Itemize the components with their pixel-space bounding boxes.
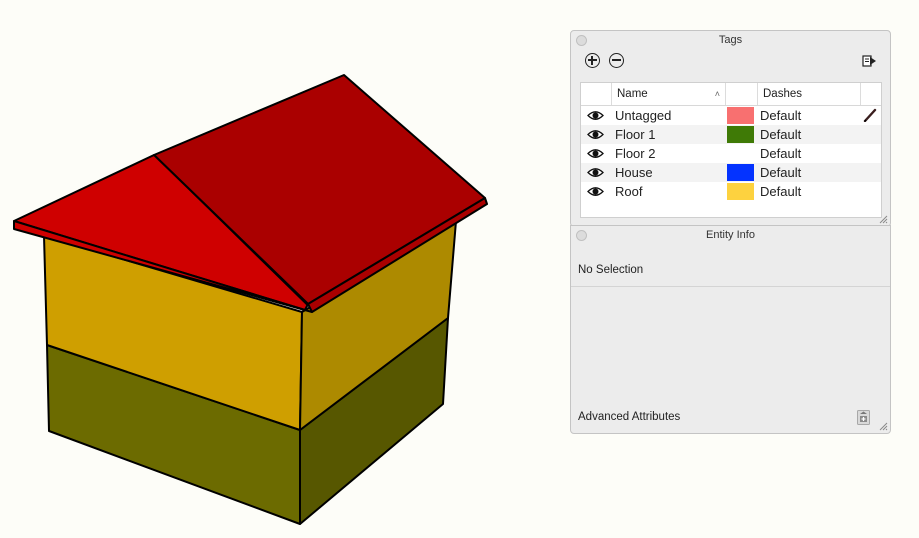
entity-info-panel: Entity Info No Selection Advanced Attrib… (570, 225, 891, 434)
tags-close-button[interactable] (576, 35, 587, 46)
entity-close-button[interactable] (576, 230, 587, 241)
advanced-attributes-label[interactable]: Advanced Attributes (578, 411, 680, 423)
header-visibility[interactable] (581, 83, 611, 105)
eye-icon[interactable] (587, 106, 607, 125)
tags-table-header: Name ˄ Dashes (581, 83, 881, 106)
tag-color-swatch[interactable] (727, 107, 754, 124)
entity-title: Entity Info (706, 229, 755, 241)
tag-name[interactable]: Floor 2 (615, 144, 655, 163)
header-pencil (860, 83, 882, 105)
tags-panel: Tags Name ˄ Dashes Untagged Default Floo… (570, 30, 891, 227)
tag-row-floor-1[interactable]: Floor 1 Default (581, 125, 881, 144)
export-arrow-icon[interactable] (862, 54, 878, 68)
tag-name[interactable]: House (615, 163, 653, 182)
eye-icon[interactable] (587, 125, 607, 144)
eye-icon[interactable] (587, 182, 607, 201)
tag-row-floor-2[interactable]: Floor 2 Default (581, 144, 881, 163)
header-name[interactable]: Name ˄ (611, 83, 725, 105)
tag-dashes[interactable]: Default (760, 163, 801, 182)
resize-grip-icon[interactable] (879, 215, 888, 224)
tags-title: Tags (718, 34, 743, 46)
tag-dashes[interactable]: Default (760, 106, 801, 125)
tag-row-roof[interactable]: Roof Default (581, 182, 881, 201)
tag-color-swatch[interactable] (727, 145, 754, 162)
tag-name[interactable]: Floor 1 (615, 125, 655, 144)
header-dashes-label: Dashes (763, 88, 802, 100)
expand-icon[interactable] (857, 410, 870, 425)
tags-titlebar: Tags (571, 31, 890, 49)
tags-table: Name ˄ Dashes Untagged Default Floor 1 D… (580, 82, 882, 218)
eye-icon[interactable] (587, 144, 607, 163)
tag-dashes[interactable]: Default (760, 182, 801, 201)
header-dashes[interactable]: Dashes (757, 83, 860, 105)
tag-color-swatch[interactable] (727, 183, 754, 200)
entity-titlebar: Entity Info (571, 226, 890, 244)
tags-toolbar (571, 49, 890, 77)
tag-name[interactable]: Untagged (615, 106, 671, 125)
tag-color-swatch[interactable] (727, 126, 754, 143)
header-color[interactable] (725, 83, 757, 105)
header-name-label: Name (617, 88, 648, 100)
tag-row-untagged[interactable]: Untagged Default (581, 106, 881, 125)
tag-dashes[interactable]: Default (760, 144, 801, 163)
tag-dashes[interactable]: Default (760, 125, 801, 144)
sort-up-icon: ˄ (714, 89, 720, 99)
tag-name[interactable]: Roof (615, 182, 642, 201)
tag-row-house[interactable]: House Default (581, 163, 881, 182)
eye-icon[interactable] (587, 163, 607, 182)
resize-grip-icon[interactable] (879, 422, 888, 431)
selection-status: No Selection (578, 264, 644, 276)
model-viewport[interactable] (0, 0, 560, 538)
minus-circle-icon[interactable] (609, 53, 624, 68)
tag-color-swatch[interactable] (727, 164, 754, 181)
entity-divider (571, 286, 890, 287)
plus-circle-icon[interactable] (585, 53, 600, 68)
